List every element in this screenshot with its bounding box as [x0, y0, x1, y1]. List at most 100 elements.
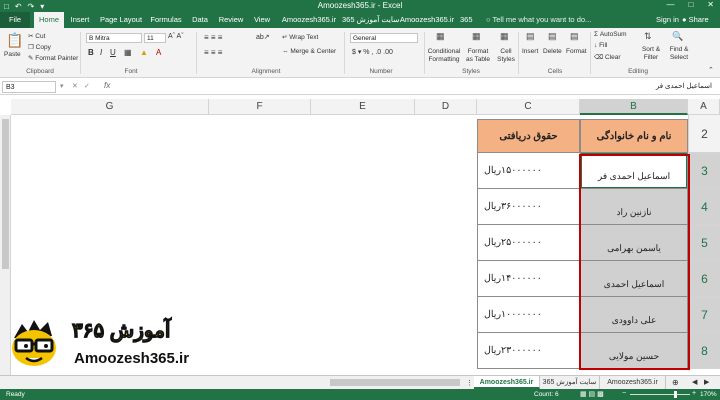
row-header-2[interactable]: 2 [688, 115, 720, 153]
fill-button[interactable]: ↓ Fill [594, 42, 607, 49]
scroll-sheets-right-icon[interactable]: ▶ [704, 378, 709, 386]
format-cells-button[interactable]: Format [566, 48, 587, 55]
find-select-icon[interactable]: 🔍 [672, 31, 683, 42]
find-select-button[interactable]: Find & Select [664, 46, 694, 62]
normal-view-icon[interactable]: ▦ ▤ ▩ [580, 390, 604, 398]
font-size-select[interactable]: 11 [144, 33, 166, 43]
formula-input[interactable]: اسماعیل احمدی فر [120, 81, 716, 93]
italic-icon[interactable]: I [100, 48, 102, 57]
sort-filter-icon[interactable]: ⇅ [644, 31, 652, 42]
zoom-in-icon[interactable]: + [692, 390, 696, 397]
sort-filter-button[interactable]: Sort & Filter [638, 46, 664, 62]
sheet-tab-amoozesh-2[interactable]: Amoozesh365.ir [600, 376, 666, 389]
cancel-cross-icon[interactable]: ✕ [72, 82, 78, 90]
insert-function-icon[interactable]: fx [104, 81, 110, 90]
wrap-text-button[interactable]: ↵ Wrap Text [282, 33, 318, 41]
sheet-tab-amoozesh-fa[interactable]: سایت آموزش 365 [540, 376, 600, 389]
autosum-button[interactable]: Σ AutoSum [594, 31, 627, 38]
tab-view[interactable]: View [250, 12, 274, 28]
name-cell[interactable]: نازنین راد [580, 189, 688, 225]
column-header-f[interactable]: F [209, 99, 311, 115]
row-header-5[interactable]: 5 [688, 225, 720, 261]
column-header-d[interactable]: D [415, 99, 477, 115]
align-left-icon[interactable]: ≡ ≡ ≡ [204, 48, 222, 57]
row-header-3[interactable]: 3 [688, 153, 720, 189]
salary-cell[interactable]: ۱۴۰۰۰۰۰۰ریال [477, 261, 580, 297]
name-cell[interactable]: یاسمن بهرامی [580, 225, 688, 261]
name-cell[interactable]: اسماعیل احمدی [580, 261, 688, 297]
tab-file[interactable]: File [0, 12, 30, 28]
salary-cell[interactable]: ۳۶۰۰۰۰۰۰ریال [477, 189, 580, 225]
format-painter-button[interactable]: ✎ Format Painter [28, 54, 78, 62]
number-format-select[interactable]: General [350, 33, 418, 43]
header-name-cell[interactable]: نام و نام خانوادگی [580, 119, 688, 153]
underline-icon[interactable]: U [110, 48, 116, 57]
row-header-6[interactable]: 6 [688, 261, 720, 297]
share-button[interactable]: ● Share [682, 15, 709, 24]
tab-amoozesh-1[interactable]: Amoozesh365.ir [280, 12, 338, 28]
font-name-select[interactable]: B Mitra [86, 33, 142, 43]
format-as-table-button[interactable]: Format as Table [464, 48, 492, 64]
restore-icon[interactable]: □ [688, 0, 693, 9]
paste-button[interactable]: Paste [4, 51, 21, 58]
scroll-sheets-left-icon[interactable]: ◀ [692, 378, 697, 386]
align-top-icon[interactable]: ≡ ≡ ≡ [204, 33, 222, 42]
format-table-icon[interactable]: ▦ [472, 31, 481, 42]
salary-cell[interactable]: ۱۵۰۰۰۰۰۰ریال [477, 153, 580, 189]
tab-formulas[interactable]: Formulas [148, 12, 184, 28]
salary-cell[interactable]: ۱۰۰۰۰۰۰۰ریال [477, 297, 580, 333]
zoom-slider[interactable] [630, 394, 690, 395]
tab-page-layout[interactable]: Page Layout [98, 12, 144, 28]
column-header-c[interactable]: C [477, 99, 580, 115]
insert-cells-icon[interactable]: ▤ [526, 31, 535, 42]
name-cell[interactable]: اسماعیل احمدی فر [580, 153, 688, 189]
accounting-icon[interactable]: $ ▾ % , .0 .00 [352, 48, 393, 56]
add-sheet-icon[interactable]: ⊕ [672, 378, 679, 387]
grow-font-icon[interactable]: Aˆ Aˇ [168, 33, 184, 40]
tab-insert[interactable]: Insert [66, 12, 94, 28]
name-box-dropdown-icon[interactable]: ▾ [60, 82, 64, 90]
conditional-formatting-icon[interactable]: ▦ [436, 31, 445, 42]
sheet-tab-amoozesh[interactable]: Amoozesh365.ir [474, 376, 540, 389]
bold-icon[interactable]: B [88, 48, 94, 57]
paste-icon[interactable]: 📋 [6, 32, 23, 49]
delete-cells-icon[interactable]: ▤ [548, 31, 557, 42]
zoom-slider-knob[interactable] [674, 391, 677, 398]
insert-cells-button[interactable]: Insert [522, 48, 538, 55]
font-color-icon[interactable]: A [156, 48, 161, 57]
borders-icon[interactable]: ▦ [124, 48, 132, 57]
row-header-8[interactable]: 8 [688, 333, 720, 369]
tab-amoozesh-fa-2[interactable]: سایت آموزش 365 [460, 12, 474, 28]
cut-button[interactable]: ✂ Cut [28, 32, 45, 40]
copy-button[interactable]: ❐ Copy [28, 43, 51, 51]
cell-styles-button[interactable]: Cell Styles [494, 48, 518, 64]
name-box[interactable]: B3 [2, 81, 56, 93]
collapse-ribbon-icon[interactable]: ⌃ [708, 66, 714, 74]
header-salary-cell[interactable]: حقوق دریافتی [477, 119, 580, 153]
fill-color-icon[interactable]: ▲ [140, 48, 148, 57]
close-icon[interactable]: ✕ [707, 0, 714, 9]
enter-check-icon[interactable]: ✓ [84, 82, 90, 90]
minimize-icon[interactable]: — [666, 0, 674, 9]
name-cell[interactable]: حسین مولایی [580, 333, 688, 369]
conditional-formatting-button[interactable]: Conditional Formatting [426, 48, 462, 64]
salary-cell[interactable]: ۲۵۰۰۰۰۰۰ریال [477, 225, 580, 261]
horizontal-scrollbar[interactable] [0, 378, 466, 387]
column-header-g[interactable]: G [11, 99, 209, 115]
scroll-thumb[interactable] [2, 119, 9, 269]
row-header-4[interactable]: 4 [688, 189, 720, 225]
column-header-a[interactable]: A [688, 99, 720, 115]
tab-amoozesh-fa-1[interactable]: سایت آموزش 365 [342, 12, 399, 28]
sign-in-link[interactable]: Sign in [656, 15, 679, 24]
tab-review[interactable]: Review [216, 12, 246, 28]
zoom-out-icon[interactable]: − [622, 390, 626, 397]
tab-data[interactable]: Data [188, 12, 212, 28]
zoom-level[interactable]: 170% [700, 391, 717, 398]
column-header-e[interactable]: E [311, 99, 415, 115]
salary-cell[interactable]: ۲۳۰۰۰۰۰۰ریال [477, 333, 580, 369]
column-header-b[interactable]: B [580, 99, 688, 115]
format-cells-icon[interactable]: ▤ [570, 31, 579, 42]
row-header-7[interactable]: 7 [688, 297, 720, 333]
tell-me-search[interactable]: ○ Tell me what you want to do... [486, 15, 591, 24]
orientation-icon[interactable]: ab↗ [256, 33, 270, 41]
